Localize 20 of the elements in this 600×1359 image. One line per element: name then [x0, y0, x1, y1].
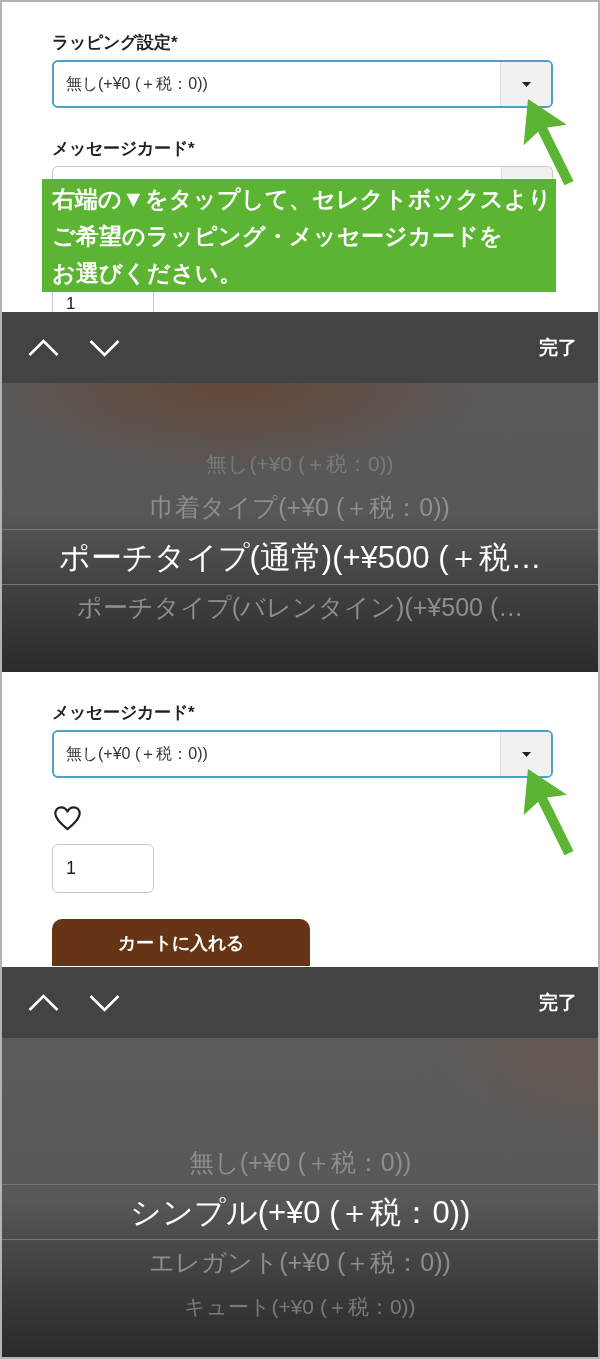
select-field[interactable]: 無し(+¥0 (＋税：0)): [52, 730, 553, 778]
chevron-down-icon[interactable]: [89, 993, 120, 1012]
picker-option[interactable]: シンプル(+¥0 (＋税：0)): [2, 1184, 598, 1240]
caret-icon: [521, 751, 531, 757]
instruction-callout: 右端の▼をタップして、セレクトボックスより ご希望のラッピング・メッセージカードを お選びください。: [42, 179, 556, 292]
field-label: ラッピング設定*: [52, 33, 178, 53]
done-button[interactable]: 完了: [539, 991, 577, 1014]
chevron-down-icon[interactable]: [89, 338, 120, 357]
select-field[interactable]: [52, 166, 553, 179]
caret-icon: [521, 81, 531, 87]
chevron-up-icon[interactable]: [28, 993, 59, 1012]
select-field[interactable]: 無し(+¥0 (＋税：0)): [52, 60, 553, 108]
chevron-up-icon[interactable]: [28, 338, 59, 357]
field-label: メッセージカード*: [52, 703, 195, 723]
done-button[interactable]: 完了: [539, 336, 577, 359]
heart-icon[interactable]: [54, 806, 81, 831]
add-to-cart-button[interactable]: カートに入れる: [52, 919, 310, 966]
field-label: メッセージカード*: [52, 139, 195, 159]
picker-option[interactable]: ポーチタイプ(通常)(+¥500 (＋税…: [2, 529, 598, 585]
quantity-field[interactable]: 1: [52, 844, 154, 893]
